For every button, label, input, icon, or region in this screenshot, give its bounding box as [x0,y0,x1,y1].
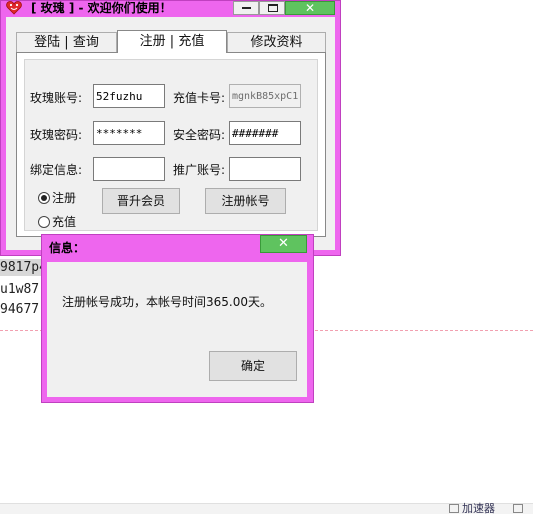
dialog-title: 信息： [49,241,86,255]
close-icon: ✕ [278,236,289,251]
radio-recharge-dot[interactable] [38,216,50,228]
safe-password-input[interactable] [229,121,301,145]
safe-password-label: 安全密码: [173,128,226,142]
tab-edit-profile[interactable]: 修改资料 [227,32,326,52]
tab-panel: 玫瑰账号: 充值卡号: 玫瑰密码: 安全密码: 绑定信息: 推广账号: 注册 [16,52,326,237]
ok-button[interactable]: 确定 [209,351,297,381]
radio-register[interactable]: 注册 [38,191,76,205]
background-text-line: 94677 [0,302,40,317]
dialog-close-button[interactable]: ✕ [260,235,307,253]
dialog-message: 注册帐号成功，本帐号时间365.00天。 [62,295,272,309]
window-client: 登陆 | 查询 注册 | 充值 修改资料 玫瑰账号: 充值卡号: 玫瑰密码: 安… [6,17,335,250]
background-text-line: u1w87 [0,282,40,297]
card-number-label: 充值卡号: [173,91,226,105]
dialog-body: 注册帐号成功，本帐号时间365.00天。 确定 [47,262,307,397]
bottom-toolbar-label[interactable]: 加速器 [462,503,495,514]
upgrade-member-button[interactable]: 晋升会员 [102,188,180,214]
bind-info-input[interactable] [93,157,165,181]
close-icon: ✕ [304,1,316,15]
register-form: 玫瑰账号: 充值卡号: 玫瑰密码: 安全密码: 绑定信息: 推广账号: 注册 [24,59,318,231]
minimize-button[interactable] [233,1,259,15]
password-label: 玫瑰密码: [30,128,83,142]
maximize-icon [268,4,278,12]
message-dialog: 信息： ✕ 注册帐号成功，本帐号时间365.00天。 确定 [41,234,314,403]
register-account-button[interactable]: 注册帐号 [205,188,286,214]
radio-recharge-label: 充值 [52,215,77,229]
heart-icon [6,1,22,15]
tab-register-recharge[interactable]: 注册 | 充值 [117,30,227,53]
tab-login-query[interactable]: 登陆 | 查询 [16,32,117,52]
background-text-line: 9817p4 [0,259,46,276]
radio-register-label: 注册 [52,191,77,205]
radio-recharge[interactable]: 充值 [38,215,76,229]
password-input[interactable] [93,121,165,145]
maximize-button[interactable] [259,1,285,15]
card-number-input[interactable] [229,84,301,108]
promo-account-input[interactable] [229,157,301,181]
minimize-icon [242,7,251,9]
radio-register-dot[interactable] [38,192,50,204]
bind-info-label: 绑定信息: [30,163,83,177]
close-button[interactable]: ✕ [285,1,335,15]
toolbar-icon[interactable] [513,504,523,513]
window-title: [ 玫瑰 ] - 欢迎你们使用！ [31,1,172,15]
account-input[interactable] [93,84,165,108]
toolbar-icon[interactable] [449,504,459,513]
title-bar[interactable]: [ 玫瑰 ] - 欢迎你们使用！ ✕ [1,1,340,17]
promo-account-label: 推广账号: [173,163,226,177]
main-window: [ 玫瑰 ] - 欢迎你们使用！ ✕ 登陆 | 查询 注册 | 充值 修改资料 … [0,0,341,256]
account-label: 玫瑰账号: [30,91,83,105]
